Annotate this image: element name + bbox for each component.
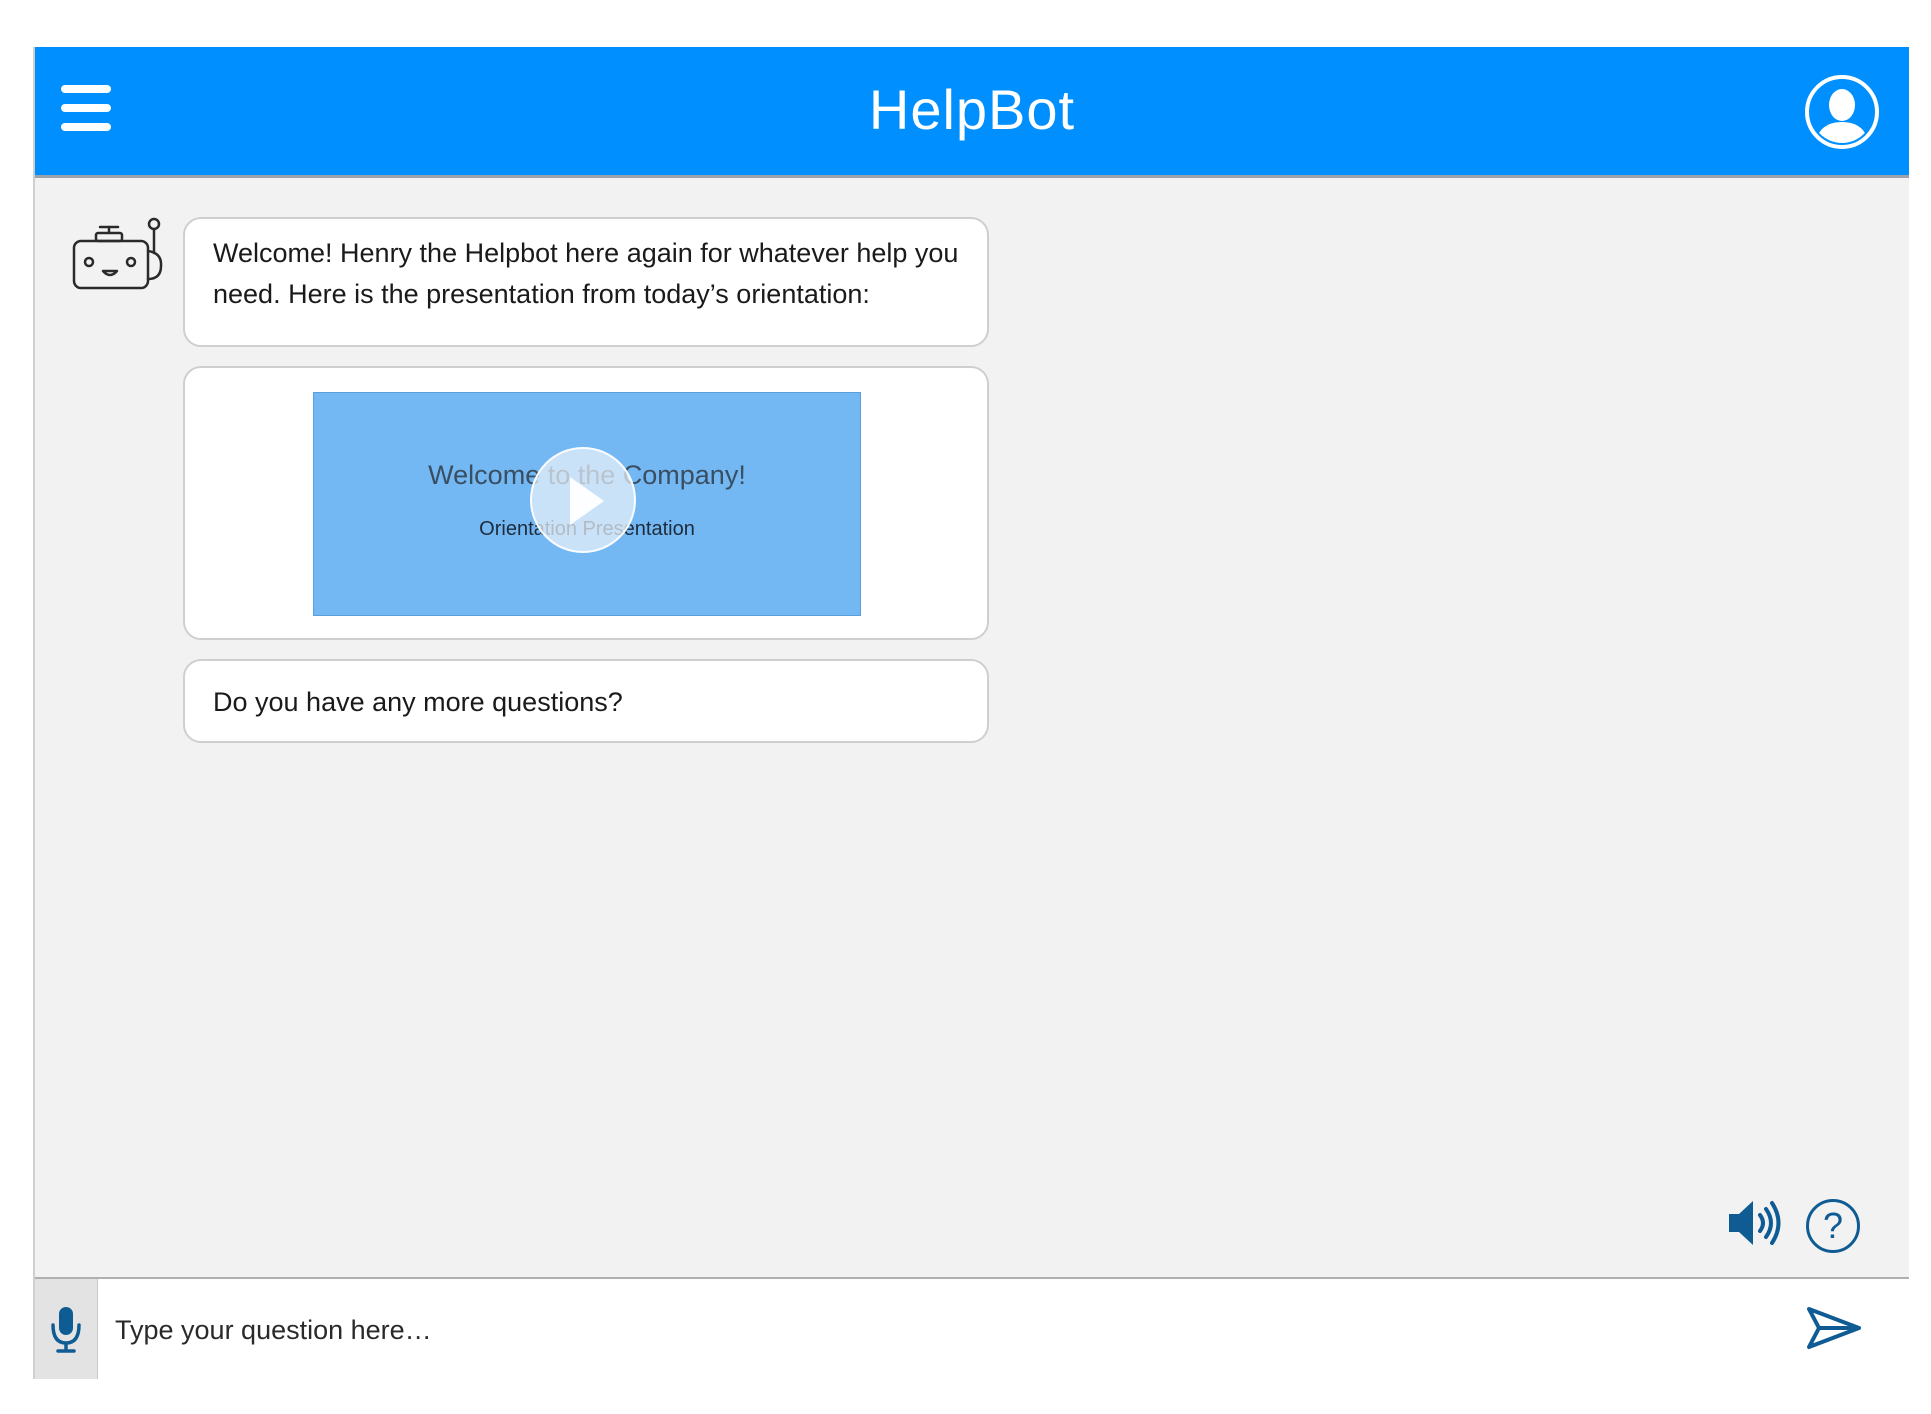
question-input[interactable] [113, 1291, 1787, 1369]
bot-message: Do you have any more questions? [183, 659, 989, 743]
message-text: Welcome! Henry the Helpbot here again fo… [213, 238, 959, 309]
robot-icon [70, 215, 165, 295]
microphone-icon[interactable] [35, 1279, 98, 1379]
user-profile-icon[interactable] [1804, 74, 1880, 150]
send-icon[interactable] [1805, 1305, 1863, 1351]
speaker-icon[interactable] [1725, 1195, 1785, 1251]
helpbot-window: HelpBot Welcome! Henry the Helpbot here … [35, 47, 1909, 1379]
video-thumbnail[interactable]: Welcome to the Company! Orientation Pres… [313, 392, 861, 616]
message-input-bar [35, 1277, 1909, 1379]
video-message-card: Welcome to the Company! Orientation Pres… [183, 366, 989, 640]
bot-message: Welcome! Henry the Helpbot here again fo… [183, 217, 989, 347]
app-title: HelpBot [868, 78, 1076, 141]
app-header: HelpBot [35, 47, 1909, 178]
play-icon[interactable] [530, 447, 636, 553]
message-text: Do you have any more questions? [213, 687, 623, 717]
help-icon[interactable]: ? [1806, 1199, 1860, 1253]
